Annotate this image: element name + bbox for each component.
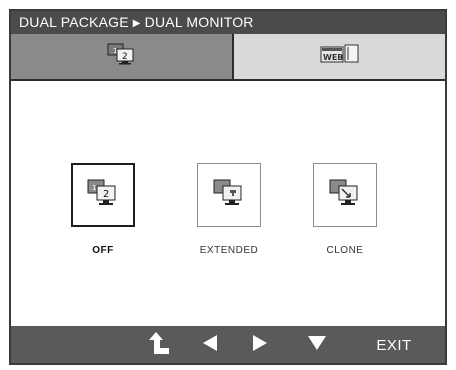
exit-button[interactable]: EXIT — [367, 326, 421, 363]
return-icon — [149, 332, 169, 359]
svg-text:2: 2 — [103, 189, 109, 200]
button-bar: EXIT — [11, 326, 445, 363]
option-off-label: OFF — [92, 245, 114, 256]
option-clone-label: CLONE — [326, 245, 364, 256]
option-extended[interactable]: EXTENDED — [189, 163, 269, 256]
osd-window: DUAL PACKAGE ▶ DUAL MONITOR 1 2 WEB 1 2 … — [9, 9, 447, 365]
dual-monitor-clone-icon — [328, 178, 362, 213]
tab-dual-web[interactable]: WEB — [234, 34, 445, 79]
dual-monitor-extended-icon — [212, 178, 246, 213]
down-button[interactable] — [304, 326, 330, 363]
down-arrow-icon — [308, 336, 326, 355]
right-arrow-icon — [253, 335, 267, 356]
option-clone[interactable]: CLONE — [305, 163, 385, 256]
option-extended-label: EXTENDED — [199, 245, 259, 256]
svg-text:2: 2 — [122, 52, 128, 62]
option-extended-box[interactable] — [197, 163, 261, 227]
left-button[interactable] — [197, 326, 223, 363]
dual-monitor-icon: 1 2 — [107, 43, 137, 70]
breadcrumb-separator: ▶ — [132, 18, 141, 29]
tab-dual-monitor[interactable]: 1 2 — [11, 34, 234, 79]
svg-text:1: 1 — [92, 184, 96, 192]
option-clone-box[interactable] — [313, 163, 377, 227]
option-off[interactable]: 1 2 OFF — [63, 163, 143, 256]
option-off-box[interactable]: 1 2 — [71, 163, 135, 227]
tab-bar: 1 2 WEB — [11, 34, 445, 81]
osd-frame: DUAL PACKAGE ▶ DUAL MONITOR 1 2 WEB 1 2 … — [0, 0, 456, 370]
svg-text:WEB: WEB — [323, 53, 343, 62]
right-button[interactable] — [247, 326, 273, 363]
options-panel: 1 2 OFF EXTENDED CLONE — [11, 83, 445, 328]
breadcrumb-page: DUAL MONITOR — [144, 14, 254, 30]
left-arrow-icon — [203, 335, 217, 356]
breadcrumb-section: DUAL PACKAGE — [19, 14, 129, 30]
return-button[interactable] — [144, 326, 174, 363]
exit-label: EXIT — [376, 337, 412, 354]
dual-web-icon: WEB — [320, 44, 360, 69]
dual-monitor-off-icon: 1 2 — [86, 178, 120, 213]
title-bar: DUAL PACKAGE ▶ DUAL MONITOR — [11, 11, 445, 34]
